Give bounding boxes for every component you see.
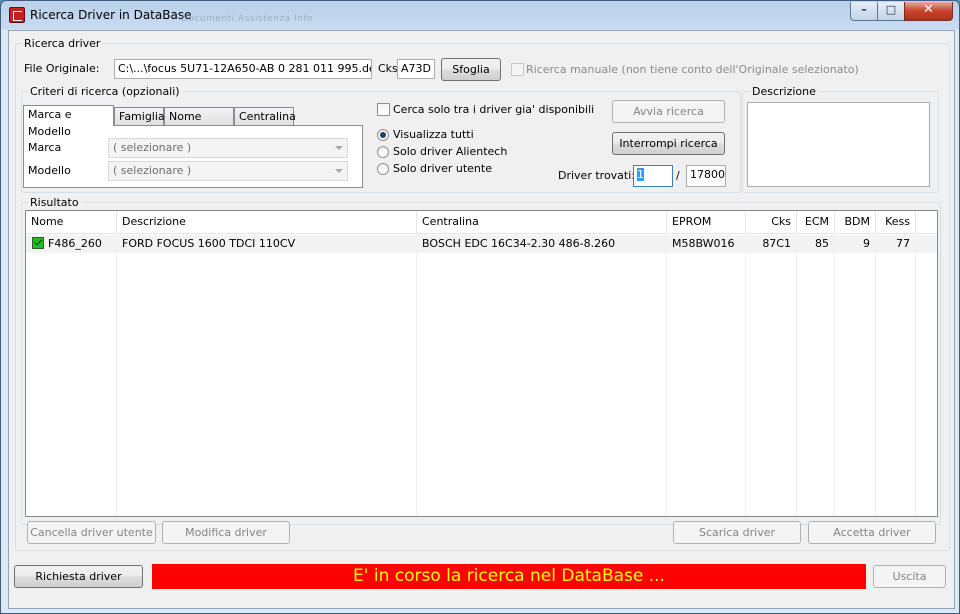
cell-ecm: 85 (815, 237, 829, 250)
radio-solo-alientech[interactable] (377, 146, 389, 158)
column-divider (875, 233, 876, 516)
descrizione-textarea[interactable] (747, 102, 930, 187)
radio-visualizza-tutti-label: Visualizza tutti (393, 128, 474, 141)
cell-bdm: 9 (863, 237, 870, 250)
cell-centralina: BOSCH EDC 16C34-2.30 486-8.260 (422, 237, 616, 250)
interrompi-ricerca-button[interactable]: Interrompi ricerca (612, 132, 725, 155)
cell-nome: F486_260 (48, 237, 102, 250)
driver-trovati-label: Driver trovati: (558, 169, 635, 182)
cerca-solo-label: Cerca solo tra i driver gia' disponibili (393, 103, 595, 116)
risultato-table[interactable]: Nome Descrizione Centralina EPROM Cks EC… (25, 210, 938, 517)
column-header-kess[interactable]: Kess (876, 211, 916, 233)
accetta-driver-button[interactable]: Accetta driver (808, 521, 936, 544)
marca-select-value: ( selezionare ) (113, 141, 192, 154)
app-logo-icon (9, 7, 25, 23)
descrizione-label: Descrizione (750, 85, 818, 98)
maximize-button[interactable]: □ (877, 2, 905, 21)
modello-select-value: ( selezionare ) (113, 164, 192, 177)
table-header: Nome Descrizione Centralina EPROM Cks EC… (26, 211, 937, 234)
cell-kess: 77 (896, 237, 910, 250)
driver-trovati-separator: / (676, 169, 680, 182)
radio-solo-utente-label: Solo driver utente (393, 162, 492, 175)
column-divider (116, 233, 117, 516)
background-menu-ghost: Documenti Assistenza Info (181, 14, 314, 24)
uscita-button[interactable]: Uscita (873, 565, 946, 588)
cell-cks: 87C1 (762, 237, 791, 250)
scarica-driver-button[interactable]: Scarica driver (673, 521, 801, 544)
cancella-driver-utente-button[interactable]: Cancella driver utente (27, 521, 156, 544)
column-header-eprom[interactable]: EPROM (667, 211, 746, 233)
column-header-nome[interactable]: Nome (26, 211, 117, 233)
tab-marca-modello[interactable]: Marca e Modello (23, 105, 114, 138)
criteri-label: Criteri di ricerca (opzionali) (28, 85, 182, 98)
radio-solo-utente[interactable] (377, 163, 389, 175)
ricerca-manuale-checkbox[interactable] (511, 63, 524, 76)
column-divider (834, 233, 835, 516)
marca-select[interactable]: ( selezionare ) (108, 138, 348, 158)
richiesta-driver-button[interactable]: Richiesta driver (14, 565, 143, 588)
modello-select[interactable]: ( selezionare ) (108, 161, 348, 181)
sfoglia-button[interactable]: Sfoglia (441, 58, 501, 81)
client-area: Ricerca driver File Originale: C:\...\fo… (8, 30, 955, 609)
chevron-down-icon (335, 146, 343, 150)
column-header-cks[interactable]: Cks (746, 211, 797, 233)
file-originale-label: File Originale: (24, 62, 100, 75)
column-divider (666, 233, 667, 516)
maximize-icon: □ (885, 3, 897, 16)
modello-label: Modello (28, 164, 71, 177)
column-divider (745, 233, 746, 516)
driver-trovati-field[interactable]: 1 (633, 165, 673, 187)
minimize-icon: – (861, 3, 867, 16)
close-icon: ✕ (923, 2, 934, 17)
avvia-ricerca-button[interactable]: Avvia ricerca (612, 100, 725, 123)
column-header-ecm[interactable]: ECM (797, 211, 835, 233)
driver-trovati-total: 17800 (686, 165, 726, 187)
title-bar[interactable]: Ricerca Driver in DataBase Documenti Ass… (1, 1, 959, 29)
tab-nome-driver[interactable]: Nome driver (164, 107, 234, 140)
tab-famiglia[interactable]: Famiglia (114, 107, 165, 125)
radio-solo-alientech-label: Solo driver Alientech (393, 145, 508, 158)
column-divider (796, 233, 797, 516)
marca-label: Marca (28, 141, 62, 154)
column-header-bdm[interactable]: BDM (835, 211, 876, 233)
file-originale-field[interactable]: C:\...\focus 5U71-12A650-AB 0 281 011 99… (114, 59, 372, 79)
column-header-descrizione[interactable]: Descrizione (117, 211, 417, 233)
close-button[interactable]: ✕ (904, 2, 953, 21)
modifica-driver-button[interactable]: Modifica driver (162, 521, 290, 544)
window-title: Ricerca Driver in DataBase (30, 8, 192, 22)
cerca-solo-checkbox[interactable] (377, 103, 390, 116)
column-divider (416, 233, 417, 516)
cks-field[interactable]: A73D (397, 59, 435, 79)
table-row[interactable]: F486_260 FORD FOCUS 1600 TDCI 110CV BOSC… (26, 235, 937, 253)
tab-centralina[interactable]: Centralina (234, 107, 296, 125)
status-bar: E' in corso la ricerca nel DataBase ... (152, 564, 866, 589)
driver-trovati-value: 1 (637, 168, 644, 181)
ricerca-driver-label: Ricerca driver (22, 37, 103, 50)
chevron-down-icon (335, 169, 343, 173)
cks-label: Cks (378, 62, 398, 75)
cell-descrizione: FORD FOCUS 1600 TDCI 110CV (122, 237, 296, 250)
cell-eprom: M58BW016 (672, 237, 735, 250)
column-header-centralina[interactable]: Centralina (417, 211, 667, 233)
column-divider (915, 233, 916, 516)
ricerca-manuale-label: Ricerca manuale (non tiene conto dell'Or… (526, 63, 859, 76)
app-window: Ricerca Driver in DataBase Documenti Ass… (0, 0, 960, 614)
radio-visualizza-tutti[interactable] (377, 129, 389, 141)
minimize-button[interactable]: – (850, 2, 878, 21)
risultato-label: Risultato (28, 196, 81, 209)
